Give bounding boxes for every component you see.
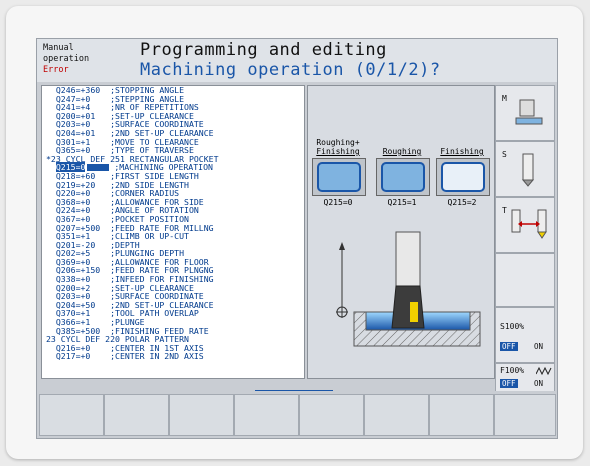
opt2-value: Q215=2	[447, 198, 477, 207]
opt2-image	[436, 158, 490, 196]
softkey-5[interactable]	[299, 394, 364, 436]
opt1-image	[376, 158, 430, 196]
help-graphic-panel: Roughing+ Finishing Roughing Finishing Q…	[307, 85, 495, 379]
mode-line1: Manual	[43, 43, 74, 53]
spindle-on: ON	[534, 342, 544, 351]
pocket-milling-illustration	[336, 231, 481, 347]
spindle-icon	[521, 153, 535, 187]
machine-status-panel: M S T S100% OFF ON F100% OFF ON	[495, 85, 555, 393]
softkey-2[interactable]	[104, 394, 169, 436]
header-bar: Manual operation Error Programming and e…	[37, 39, 557, 82]
program-listing[interactable]: Q246=+360 ;STOPPING ANGLE Q247=+0 ;STEPP…	[41, 85, 305, 379]
softkey-8[interactable]	[494, 394, 556, 436]
tool-change-icon	[511, 209, 547, 239]
feed-icon	[536, 366, 552, 376]
opt0-value: Q215=0	[323, 198, 353, 207]
softkey-3[interactable]	[169, 394, 234, 436]
control-screen: Manual operation Error Programming and e…	[36, 38, 558, 439]
softkey-bar	[37, 391, 557, 438]
mode-indicator: Manual operation Error	[43, 43, 89, 76]
spindle-off: OFF	[500, 342, 518, 351]
spindle-override-status[interactable]: S100% OFF ON	[495, 307, 555, 363]
mode-line2: operation	[43, 54, 90, 64]
m-function-button[interactable]: M	[495, 85, 555, 141]
opt0-image	[312, 158, 366, 196]
softkey-7[interactable]	[429, 394, 494, 436]
empty-status-button[interactable]	[495, 253, 555, 307]
softkey-1[interactable]	[39, 394, 104, 436]
program-line[interactable]: Q217=+0 ;CENTER IN 2ND AXIS	[42, 352, 304, 361]
softkey-4[interactable]	[234, 394, 299, 436]
softkey-6[interactable]	[364, 394, 429, 436]
page-title: Programming and editing	[140, 40, 387, 60]
t-function-button[interactable]: T	[495, 197, 555, 253]
error-status[interactable]: Error	[43, 65, 89, 76]
feed-off: OFF	[500, 379, 518, 388]
feed-override-status[interactable]: F100% OFF ON	[495, 363, 555, 393]
opt1-value: Q215=1	[387, 198, 417, 207]
opt0-label: Roughing+ Finishing	[316, 138, 360, 156]
opt1-label: Roughing	[382, 147, 422, 156]
feed-on: ON	[534, 379, 544, 388]
dialog-prompt: Machining operation (0/1/2)?	[140, 60, 441, 80]
coolant-icon	[515, 99, 543, 125]
opt2-label: Finishing	[440, 147, 484, 156]
s-function-button[interactable]: S	[495, 141, 555, 197]
